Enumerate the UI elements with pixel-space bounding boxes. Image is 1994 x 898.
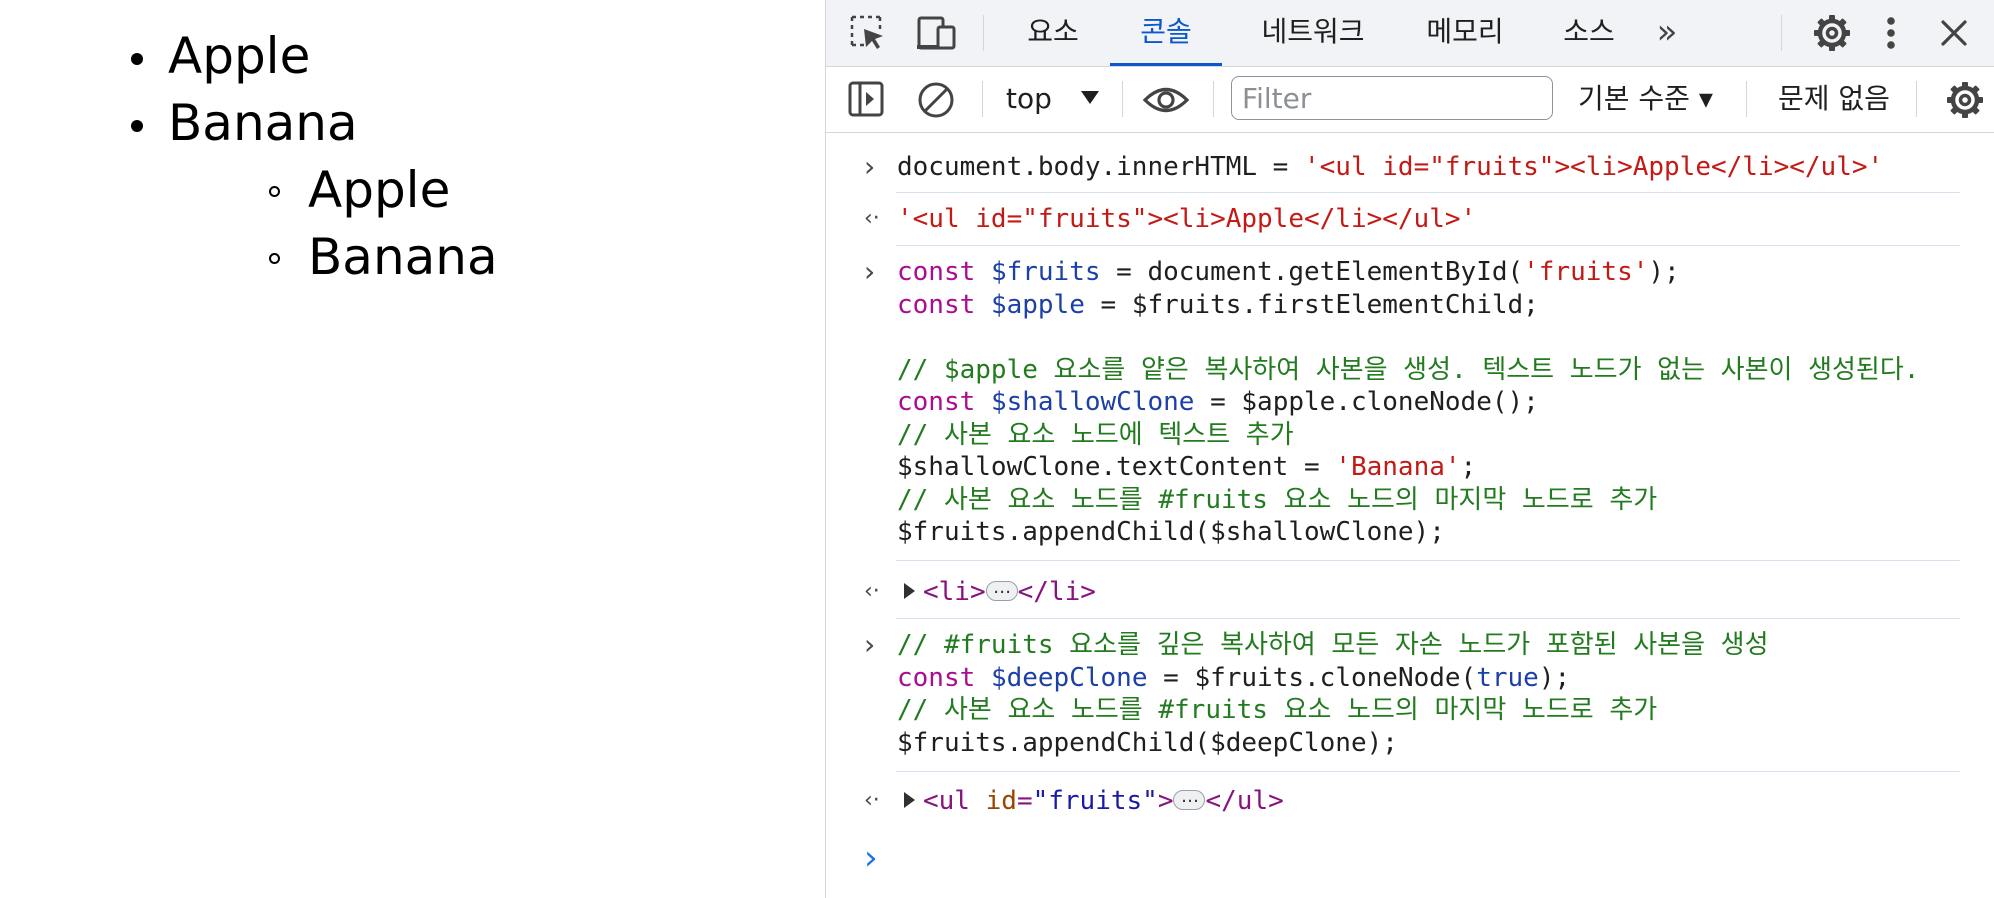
- code-text: = $apple.cloneNode();: [1194, 387, 1539, 417]
- code-text: $fruits.appendChild($deepClone);: [897, 727, 1398, 758]
- device-toolbar-icon[interactable]: [915, 13, 959, 53]
- expand-triangle-icon[interactable]: [904, 582, 915, 599]
- toolbar-divider: [983, 15, 984, 51]
- ellipsis-icon[interactable]: …: [985, 578, 1018, 601]
- toolbar-divider: [1781, 15, 1782, 51]
- code-variable: $fruits: [990, 257, 1101, 287]
- code-text: $shallowClone.textContent =: [897, 452, 1336, 482]
- code-comment: // $apple 요소를 얕은 복사하여 사본을 생성. 텍스트 노드가 없는…: [897, 354, 1920, 385]
- code-tag: <ul: [923, 786, 970, 816]
- code-text: $fruits.appendChild($shallowClone);: [897, 517, 1445, 547]
- ellipsis-icon[interactable]: …: [1173, 787, 1206, 810]
- output-prompt-icon: ‹·: [864, 206, 880, 231]
- code-keyword: const: [897, 387, 976, 417]
- code-text: = document.getElementById(: [1100, 257, 1524, 287]
- toolbar-divider: [1213, 81, 1214, 117]
- code-text: = $fruits.firstElementChild;: [1084, 289, 1539, 320]
- code-tag: =: [1016, 786, 1033, 816]
- code-tag: </li>: [1017, 577, 1096, 607]
- code-comment: // 사본 요소 노드에 텍스트 추가: [897, 419, 1294, 450]
- filter-input[interactable]: [1231, 76, 1553, 120]
- input-prompt-icon: ›: [864, 150, 876, 183]
- list-item: Apple: [130, 27, 311, 85]
- tab-network[interactable]: 네트워크: [1238, 0, 1388, 66]
- code-text: );: [1538, 662, 1571, 693]
- live-expression-eye-icon[interactable]: [1141, 79, 1191, 121]
- code-string: '<ul id="fruits"><li>Apple</li></ul>': [1304, 152, 1884, 182]
- code-tag: </ul>: [1205, 786, 1284, 816]
- input-prompt-icon: ›: [864, 628, 876, 661]
- toolbar-divider: [982, 81, 983, 117]
- code-tag: <li>: [923, 577, 986, 607]
- code-comment: // 사본 요소 노드를 #fruits 요소 노드의 마지막 노드로 추가: [897, 695, 1658, 725]
- list-item: Banana: [131, 94, 358, 152]
- code-boolean: true: [1476, 662, 1539, 693]
- code-keyword: const: [897, 257, 976, 287]
- devtools-tab-bar: 요소 콘솔 네트워크 메모리 소스 »: [826, 0, 1994, 67]
- code-string: 'fruits': [1523, 257, 1649, 287]
- issues-counter[interactable]: 문제 없음: [1778, 81, 1890, 117]
- tab-memory[interactable]: 메모리: [1402, 0, 1528, 66]
- code-comment: // 사본 요소 노드를 #fruits 요소 노드의 마지막 노드로 추가: [897, 484, 1658, 515]
- console-result[interactable]: '<ul id="fruits"><li>Apple</li></ul>': [897, 203, 1476, 236]
- code-text: ;: [1460, 452, 1477, 482]
- clear-console-icon[interactable]: [915, 79, 957, 121]
- output-prompt-icon: ‹·: [864, 579, 880, 604]
- output-prompt-icon: ‹·: [864, 788, 880, 813]
- code-attribute-value: "fruits": [1032, 786, 1158, 816]
- code-variable: $apple: [990, 289, 1085, 320]
- console-command[interactable]: const $fruits = document.getElementById(…: [897, 256, 1919, 549]
- entry-separator: [896, 560, 1960, 561]
- settings-gear-icon[interactable]: [1811, 12, 1853, 54]
- context-selector[interactable]: top: [1006, 81, 1099, 117]
- console-result-node[interactable]: <li>… </li>: [888, 576, 1096, 609]
- code-keyword: const: [897, 289, 976, 320]
- entry-separator: [896, 618, 1960, 619]
- expand-triangle-icon[interactable]: [904, 791, 915, 808]
- sidebar-toggle-icon[interactable]: [846, 79, 886, 119]
- nested-list-item: Apple: [268, 161, 451, 219]
- close-icon[interactable]: [1934, 13, 1974, 53]
- console-toolbar: top 기본 수준 ▾ 문제 없음: [826, 67, 1994, 133]
- log-level-selector[interactable]: 기본 수준 ▾: [1578, 81, 1713, 117]
- code-variable: $deepClone: [990, 662, 1148, 693]
- tab-elements[interactable]: 요소: [1010, 0, 1096, 66]
- console-command[interactable]: document.body.innerHTML = '<ul id="fruit…: [897, 151, 1883, 184]
- code-keyword: const: [897, 662, 976, 693]
- entry-separator: [896, 192, 1960, 193]
- toolbar-divider: [1746, 81, 1747, 117]
- context-selector-label: top: [1006, 82, 1052, 115]
- console-result-node[interactable]: <ul id="fruits">… </ul>: [888, 785, 1284, 818]
- console-output: › document.body.innerHTML = '<ul id="fru…: [826, 133, 1994, 898]
- inspect-element-icon[interactable]: [848, 13, 888, 53]
- code-tag: >: [1157, 786, 1174, 816]
- more-options-icon[interactable]: [1878, 12, 1904, 54]
- code-string: 'Banana': [1335, 452, 1461, 482]
- page-preview: Apple Banana Apple Banana: [0, 0, 824, 898]
- devtools-panel: 요소 콘솔 네트워크 메모리 소스 » top Filter 기본 수준 ▾ 문…: [825, 0, 1994, 898]
- console-input-prompt-icon: ›: [864, 838, 878, 878]
- code-text: = $fruits.cloneNode(: [1147, 662, 1477, 693]
- toolbar-divider: [1916, 81, 1917, 117]
- code-text: document.body.innerHTML =: [897, 152, 1304, 182]
- code-text: );: [1648, 257, 1680, 287]
- entry-separator: [896, 771, 1960, 772]
- tab-sources[interactable]: 소스: [1542, 0, 1636, 66]
- code-attribute: id: [985, 786, 1017, 816]
- code-variable: $shallowClone: [990, 387, 1195, 417]
- nested-list-item: Banana: [269, 228, 498, 286]
- more-tabs-icon[interactable]: »: [1642, 0, 1692, 66]
- console-settings-gear-icon[interactable]: [1944, 79, 1986, 121]
- entry-separator: [896, 245, 1960, 246]
- console-command[interactable]: // #fruits 요소를 깊은 복사하여 모든 자손 노드가 포함된 사본을…: [897, 629, 1769, 759]
- chevron-down-icon: [1080, 90, 1099, 104]
- code-comment: // #fruits 요소를 깊은 복사하여 모든 자손 노드가 포함된 사본을…: [897, 630, 1769, 660]
- toolbar-divider: [1122, 81, 1123, 117]
- input-prompt-icon: ›: [864, 255, 876, 288]
- tab-console[interactable]: 콘솔: [1110, 0, 1222, 66]
- console-input[interactable]: [897, 838, 1957, 878]
